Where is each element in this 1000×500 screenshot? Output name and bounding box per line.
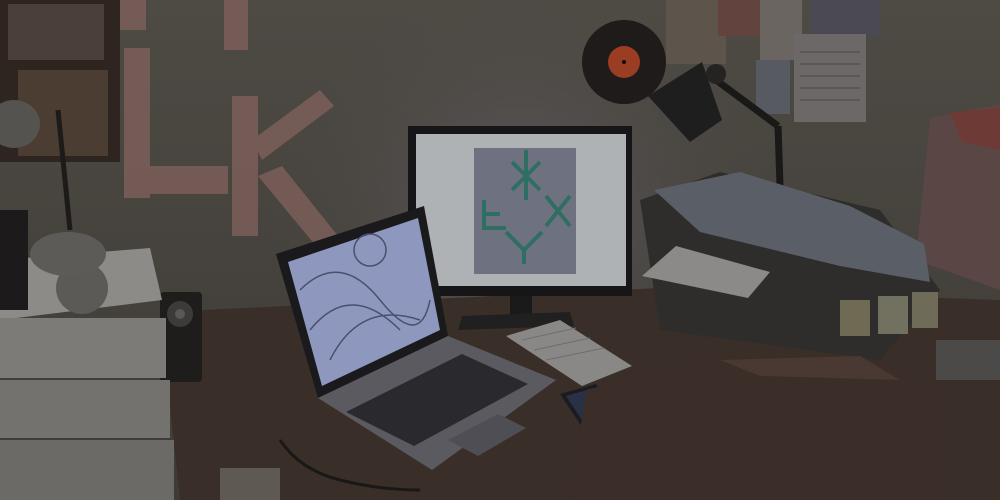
tape-strip <box>224 0 248 50</box>
monitor-stand <box>510 296 532 316</box>
sticky-note <box>912 292 938 328</box>
desk-paper <box>220 468 280 500</box>
speaker-center <box>175 309 185 319</box>
right-shelf-item <box>936 340 1000 380</box>
poster <box>718 0 762 36</box>
pen-cup <box>0 210 28 310</box>
lamp-arm <box>774 125 784 187</box>
tape-strip <box>232 96 258 236</box>
lamp-joint <box>706 64 726 84</box>
poster-lined-paper <box>794 34 866 122</box>
poster <box>810 0 880 36</box>
poster <box>666 0 726 64</box>
tape-strip <box>120 0 146 30</box>
sticky-note <box>840 300 870 336</box>
desk-photo-canvas <box>0 0 1000 500</box>
tape-strip <box>138 166 228 194</box>
sticky-note <box>878 296 908 334</box>
drawer <box>0 380 170 438</box>
drawer <box>0 440 174 500</box>
poster <box>756 60 790 114</box>
speaker <box>160 292 202 382</box>
drawer <box>0 318 166 378</box>
wall-frame-photo <box>8 4 104 60</box>
lamp-base <box>30 232 106 276</box>
vinyl-hole <box>622 60 626 64</box>
desk-photo <box>0 0 1000 500</box>
